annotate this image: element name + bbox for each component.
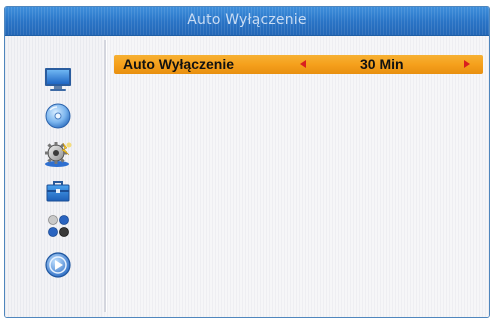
tv-icon[interactable] [43,65,73,93]
disc-icon[interactable] [43,102,73,130]
auto-shutdown-setting-row[interactable]: Auto Wyłączenie 30 Min [114,55,483,74]
title-bar: Auto Wyłączenie [5,7,489,36]
sidebar [5,36,103,317]
settings-gear-icon[interactable] [43,140,73,168]
screen: Auto Wyłączenie Auto Wyłączenie 30 Min [0,0,491,322]
menu-window: Auto Wyłączenie Auto Wyłączenie 30 Min [4,6,490,318]
sidebar-divider [104,40,107,312]
games-icon[interactable] [43,212,73,240]
toolbox-icon[interactable] [43,177,73,205]
setting-label: Auto Wyłączenie [123,56,234,72]
setting-value[interactable]: 30 Min [360,56,404,72]
media-player-icon[interactable] [43,251,73,279]
content-area: Auto Wyłączenie 30 Min [5,36,489,317]
window-title: Auto Wyłączenie [187,12,307,28]
left-arrow-icon[interactable] [300,60,306,68]
right-arrow-icon[interactable] [464,60,470,68]
